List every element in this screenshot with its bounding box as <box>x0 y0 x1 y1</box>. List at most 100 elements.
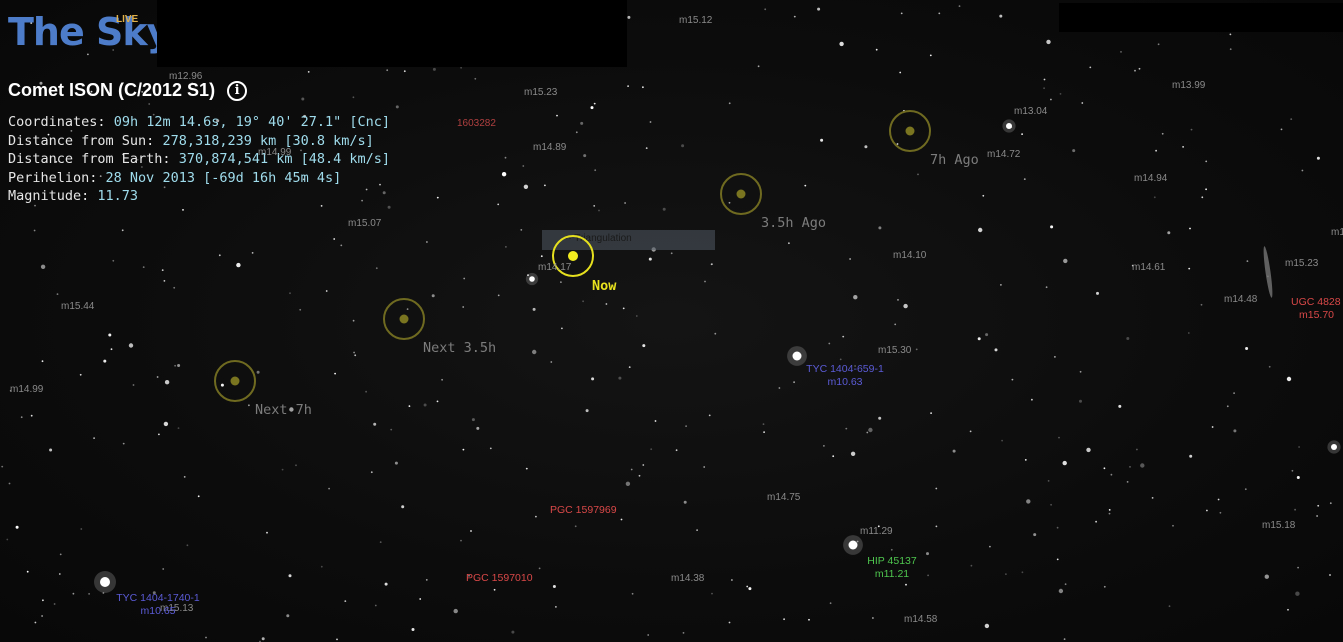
magnitude-label: Magnitude: <box>8 188 90 204</box>
star <box>411 628 415 631</box>
star <box>379 541 382 543</box>
object-magnitude: m15.70 <box>1299 309 1335 321</box>
star <box>650 448 653 451</box>
star <box>307 71 310 73</box>
star <box>681 144 685 148</box>
star <box>1058 588 1064 594</box>
comet-position-7h-ago[interactable] <box>889 110 931 152</box>
star <box>1095 520 1097 523</box>
star <box>352 96 355 99</box>
redacted-area-top <box>157 0 627 67</box>
star <box>900 12 903 15</box>
bright-star[interactable] <box>1331 444 1337 450</box>
star <box>34 621 37 624</box>
star <box>897 299 899 301</box>
star <box>1296 476 1300 479</box>
star <box>757 65 760 68</box>
star <box>1167 231 1171 235</box>
star <box>1244 488 1247 491</box>
star <box>627 15 631 19</box>
star <box>128 343 134 348</box>
star <box>561 327 563 330</box>
star <box>1120 51 1122 53</box>
star <box>662 207 666 211</box>
star <box>161 269 164 271</box>
tyc-1404-659-1-label[interactable]: TYC 1404-659-1 m10.63 <box>800 363 890 389</box>
star <box>1229 48 1232 51</box>
star <box>649 121 652 123</box>
magnitude-label: m11.29 <box>860 526 893 537</box>
star <box>935 487 938 490</box>
star <box>583 154 587 158</box>
star <box>163 421 169 427</box>
star <box>1219 511 1222 514</box>
star <box>894 323 897 326</box>
star <box>1329 502 1332 505</box>
star <box>1050 225 1054 229</box>
earth-distance-row: Distance from Earth: 370,874,541 km [48.… <box>8 150 390 169</box>
the-sky-logo[interactable]: The Sky <box>8 10 171 54</box>
star <box>839 41 844 47</box>
star <box>1056 526 1059 529</box>
comet-position-next-7h[interactable] <box>214 360 256 402</box>
star <box>625 481 631 486</box>
star <box>1182 146 1184 148</box>
bright-star[interactable] <box>848 540 858 550</box>
star <box>504 156 507 159</box>
star <box>1280 128 1283 131</box>
star <box>654 420 657 422</box>
star <box>1108 509 1111 511</box>
magnitude-label: m14.10 <box>893 250 927 261</box>
star <box>849 258 851 260</box>
bright-star[interactable] <box>1006 123 1012 129</box>
hip-45137-label[interactable]: HIP 45137 m11.21 <box>858 555 926 581</box>
sun-distance-label: Distance from Sun: <box>8 132 155 149</box>
star <box>425 579 428 581</box>
label-now: Now <box>592 278 617 294</box>
magnitude-value: 11.73 <box>97 188 139 204</box>
star <box>375 267 378 270</box>
star <box>728 102 731 105</box>
star <box>374 604 377 607</box>
star <box>1081 102 1084 104</box>
star <box>778 387 781 389</box>
label-3-5h-ago: 3.5h Ago <box>761 215 827 231</box>
star <box>261 637 265 641</box>
star <box>970 564 973 567</box>
comet-position-next-3-5h[interactable] <box>383 298 425 340</box>
magnitude-label: m14.72 <box>987 149 1021 160</box>
info-circle-icon[interactable]: i <box>227 80 248 101</box>
star <box>1000 284 1002 286</box>
star <box>930 412 932 414</box>
star <box>1031 398 1033 401</box>
star <box>453 608 458 614</box>
star <box>218 254 221 257</box>
star <box>79 373 82 376</box>
star <box>899 71 902 74</box>
star <box>890 548 893 551</box>
ugc-4828-label[interactable]: UGC 4828 m15.70 <box>1291 296 1341 322</box>
comet-position-3-5h-ago[interactable] <box>720 173 762 215</box>
star <box>1290 118 1293 120</box>
star <box>829 602 832 605</box>
bright-star[interactable] <box>100 577 110 587</box>
star <box>56 293 59 295</box>
star <box>978 227 983 233</box>
star <box>594 169 597 172</box>
star <box>497 203 500 206</box>
star <box>1190 128 1193 131</box>
bright-star[interactable] <box>792 351 802 361</box>
sky-viewer[interactable]: The Sky LIVE Comet ISON (C/2012 S1) i Co… <box>0 0 1343 642</box>
bright-star[interactable] <box>529 276 535 282</box>
star <box>395 105 399 109</box>
star <box>648 257 652 261</box>
pgc-1597969-label[interactable]: PGC 1597969 <box>550 504 617 517</box>
star <box>173 286 176 289</box>
star <box>1089 66 1092 69</box>
galaxy-ugc-4828[interactable] <box>1262 246 1274 298</box>
star <box>556 114 558 117</box>
star <box>1021 133 1023 136</box>
tyc-1404-1740-1-label[interactable]: TYC 1404-1740-1 m10.65 <box>108 592 208 618</box>
pgc-1597010-label[interactable]: PGC 1597010 <box>466 572 533 585</box>
label-7h-ago: 7h Ago <box>930 152 979 168</box>
